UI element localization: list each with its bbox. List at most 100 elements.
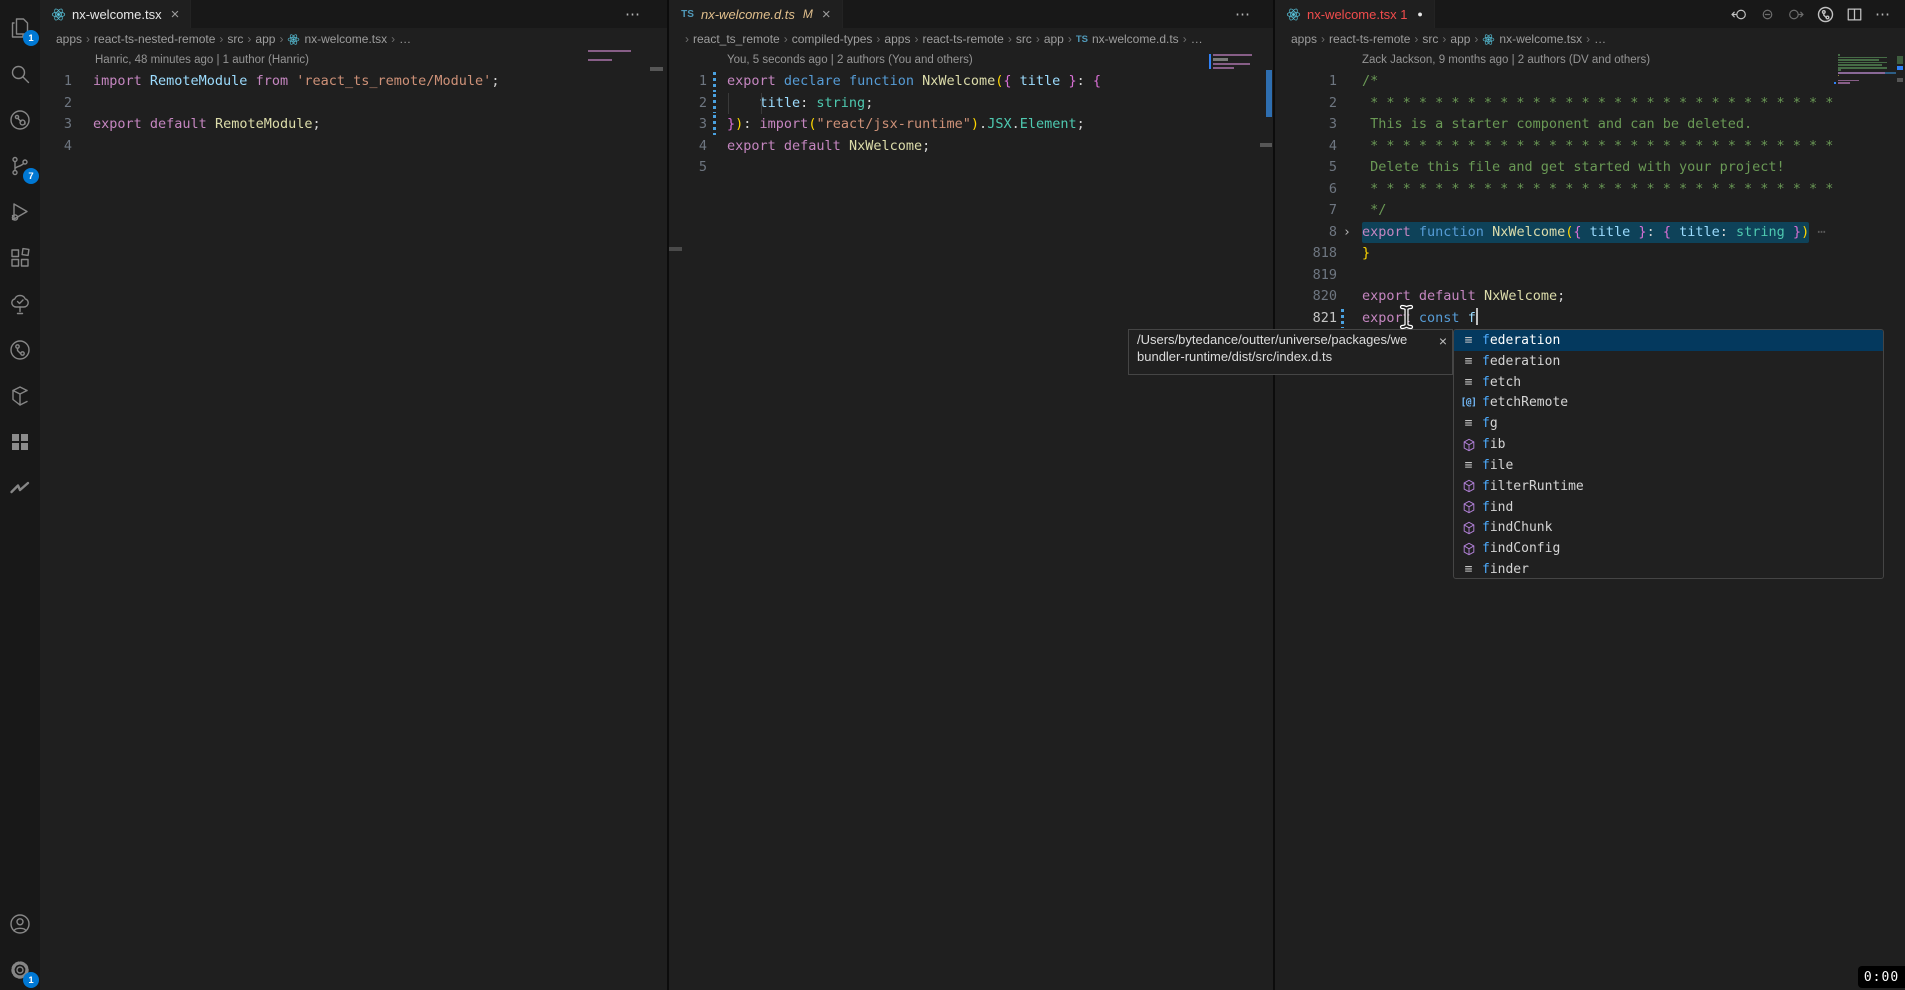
close-icon[interactable]: × xyxy=(1439,333,1447,349)
suggest-item-federation[interactable]: ≡federation xyxy=(1454,351,1883,372)
breadcrumb[interactable]: ›react_ts_remote›compiled-types›apps›rea… xyxy=(669,28,1273,50)
suggest-item-fg[interactable]: ≡fg xyxy=(1454,413,1883,434)
more-actions-icon[interactable]: ⋯ xyxy=(1875,5,1891,23)
suggest-item-federation[interactable]: ≡federation xyxy=(1454,330,1883,351)
commit-graph-icon[interactable] xyxy=(8,108,32,132)
suggest-item-fetch[interactable]: ≡fetch xyxy=(1454,372,1883,393)
run-debug-icon[interactable] xyxy=(8,200,32,224)
code-line[interactable]: 1/* xyxy=(1275,71,1905,93)
breadcrumb-item[interactable]: compiled-types xyxy=(792,32,873,46)
breadcrumb-item[interactable]: TSnx-welcome.d.ts xyxy=(1076,32,1179,46)
extensions-icon[interactable] xyxy=(8,246,32,270)
breadcrumb-item[interactable]: nx-welcome.tsx xyxy=(287,32,387,46)
suggest-item-fib[interactable]: fib xyxy=(1454,434,1883,455)
suggestion-kind-text-icon: ≡ xyxy=(1460,333,1477,348)
code-editor[interactable]: 1export declare function NxWelcome({ tit… xyxy=(669,71,1273,179)
breadcrumb-item[interactable]: src xyxy=(1422,32,1438,46)
code-line[interactable]: 3}): import("react/jsx-runtime").JSX.Ele… xyxy=(669,114,1273,136)
tab-nx-welcome.d.ts[interactable]: TSnx-welcome.d.tsM× xyxy=(669,0,843,28)
minimap[interactable] xyxy=(588,50,650,67)
breadcrumb-item[interactable]: react-ts-nested-remote xyxy=(94,32,215,46)
code-line[interactable]: 3export default RemoteModule; xyxy=(40,114,667,136)
minimap-line xyxy=(1838,80,1896,82)
test-tree-icon[interactable] xyxy=(8,292,32,316)
breadcrumb-item[interactable]: … xyxy=(399,32,411,46)
close-icon[interactable]: × xyxy=(822,7,831,22)
more-actions-icon[interactable]: ⋯ xyxy=(625,5,641,23)
suggest-item-fetchRemote[interactable]: [@]fetchRemote xyxy=(1454,392,1883,413)
code-line[interactable]: 821export const f xyxy=(1275,308,1905,330)
code-line[interactable]: 8›export function NxWelcome({ title }: {… xyxy=(1275,222,1905,244)
suggest-item-findConfig[interactable]: findConfig xyxy=(1454,538,1883,559)
chevron-right-icon: › xyxy=(1008,32,1012,46)
code-line[interactable]: 4 xyxy=(40,136,667,158)
fold-chevron-icon[interactable]: › xyxy=(1343,222,1351,244)
unsaved-dot-icon[interactable]: ● xyxy=(1417,9,1422,19)
suggestion-label: file xyxy=(1482,458,1513,473)
codelens[interactable]: Hanric, 48 minutes ago | 1 author (Hanri… xyxy=(40,50,667,71)
search-icon[interactable] xyxy=(8,62,32,86)
breadcrumb-item[interactable]: src xyxy=(1016,32,1032,46)
breadcrumb[interactable]: apps›react-ts-remote›src›app›nx-welcome.… xyxy=(1275,28,1905,50)
suggest-item-filterRuntime[interactable]: filterRuntime xyxy=(1454,476,1883,497)
breadcrumb-item[interactable]: react-ts-remote xyxy=(1329,32,1410,46)
breadcrumb-item[interactable]: app xyxy=(255,32,275,46)
cube-icon[interactable] xyxy=(8,384,32,408)
breadcrumb-item[interactable]: apps xyxy=(884,32,910,46)
code-editor[interactable]: 1import RemoteModule from 'react_ts_remo… xyxy=(40,71,667,157)
source-control-icon[interactable]: 7 xyxy=(8,154,32,178)
breadcrumb-item[interactable]: react_ts_remote xyxy=(693,32,780,46)
breadcrumb-item[interactable]: apps xyxy=(56,32,82,46)
code-line[interactable]: 2 title: string; xyxy=(669,93,1273,115)
breadcrumb[interactable]: apps›react-ts-nested-remote›src›app›nx-w… xyxy=(40,28,667,50)
breadcrumb-item[interactable]: apps xyxy=(1291,32,1317,46)
account-icon[interactable] xyxy=(8,912,32,936)
suggest-item-file[interactable]: ≡file xyxy=(1454,455,1883,476)
code-line[interactable]: 818} xyxy=(1275,243,1905,265)
wave-icon[interactable] xyxy=(8,476,32,500)
breadcrumb-item[interactable]: react-ts-remote xyxy=(922,32,1003,46)
codelens[interactable]: Zack Jackson, 9 months ago | 2 authors (… xyxy=(1275,50,1905,71)
git-graph-icon[interactable] xyxy=(1817,6,1834,23)
suggest-item-finder[interactable]: ≡finder xyxy=(1454,559,1883,579)
code-line[interactable]: 4 * * * * * * * * * * * * * * * * * * * … xyxy=(1275,136,1905,158)
nav-circle-icon[interactable] xyxy=(1759,6,1776,23)
more-actions-icon[interactable]: ⋯ xyxy=(1235,5,1251,23)
breadcrumb-item[interactable]: … xyxy=(1191,32,1203,46)
dashboard-icon[interactable] xyxy=(8,430,32,454)
minimap[interactable] xyxy=(1213,54,1261,75)
code-line[interactable]: 4export default NxWelcome; xyxy=(669,136,1273,158)
tab-nx-welcome.tsx-1[interactable]: nx-welcome.tsx 1● xyxy=(1275,0,1435,28)
code-line[interactable]: 5 Delete this file and get started with … xyxy=(1275,157,1905,179)
code-line[interactable]: 2 xyxy=(40,93,667,115)
nav-forward-icon[interactable] xyxy=(1788,6,1805,23)
explorer-icon[interactable]: 1 xyxy=(8,16,32,40)
code-editor[interactable]: 1/*2 * * * * * * * * * * * * * * * * * *… xyxy=(1275,71,1905,329)
minimap[interactable] xyxy=(1838,54,1896,85)
suggest-details-tooltip: /Users/bytedance/outter/universe/package… xyxy=(1128,329,1453,375)
code-line[interactable]: 7 */ xyxy=(1275,200,1905,222)
code-line[interactable]: 820export default NxWelcome; xyxy=(1275,286,1905,308)
code-line[interactable]: 819 xyxy=(1275,265,1905,287)
close-icon[interactable]: × xyxy=(171,7,180,22)
settings-icon[interactable]: 1 xyxy=(8,958,32,982)
code-line[interactable]: 1export declare function NxWelcome({ tit… xyxy=(669,71,1273,93)
code-line[interactable]: 3 This is a starter component and can be… xyxy=(1275,114,1905,136)
tab-nx-welcome.tsx[interactable]: nx-welcome.tsx× xyxy=(40,0,191,28)
nav-back-icon[interactable] xyxy=(1730,6,1747,23)
split-editor-icon[interactable] xyxy=(1846,6,1863,23)
breadcrumb-item[interactable]: src xyxy=(227,32,243,46)
code-line[interactable]: 2 * * * * * * * * * * * * * * * * * * * … xyxy=(1275,93,1905,115)
suggest-item-findChunk[interactable]: findChunk xyxy=(1454,517,1883,538)
code-line[interactable]: 5 xyxy=(669,157,1273,179)
codelens[interactable]: You, 5 seconds ago | 2 authors (You and … xyxy=(669,50,1273,71)
breadcrumb-item[interactable]: app xyxy=(1450,32,1470,46)
breadcrumb-item[interactable]: app xyxy=(1044,32,1064,46)
code-line[interactable]: 1import RemoteModule from 'react_ts_remo… xyxy=(40,71,667,93)
code-line[interactable]: 6 * * * * * * * * * * * * * * * * * * * … xyxy=(1275,179,1905,201)
suggestion-label: find xyxy=(1482,500,1513,515)
breadcrumb-item[interactable]: … xyxy=(1594,32,1606,46)
git-graph-icon[interactable] xyxy=(8,338,32,362)
breadcrumb-item[interactable]: nx-welcome.tsx xyxy=(1482,32,1582,46)
suggest-item-find[interactable]: find xyxy=(1454,497,1883,518)
